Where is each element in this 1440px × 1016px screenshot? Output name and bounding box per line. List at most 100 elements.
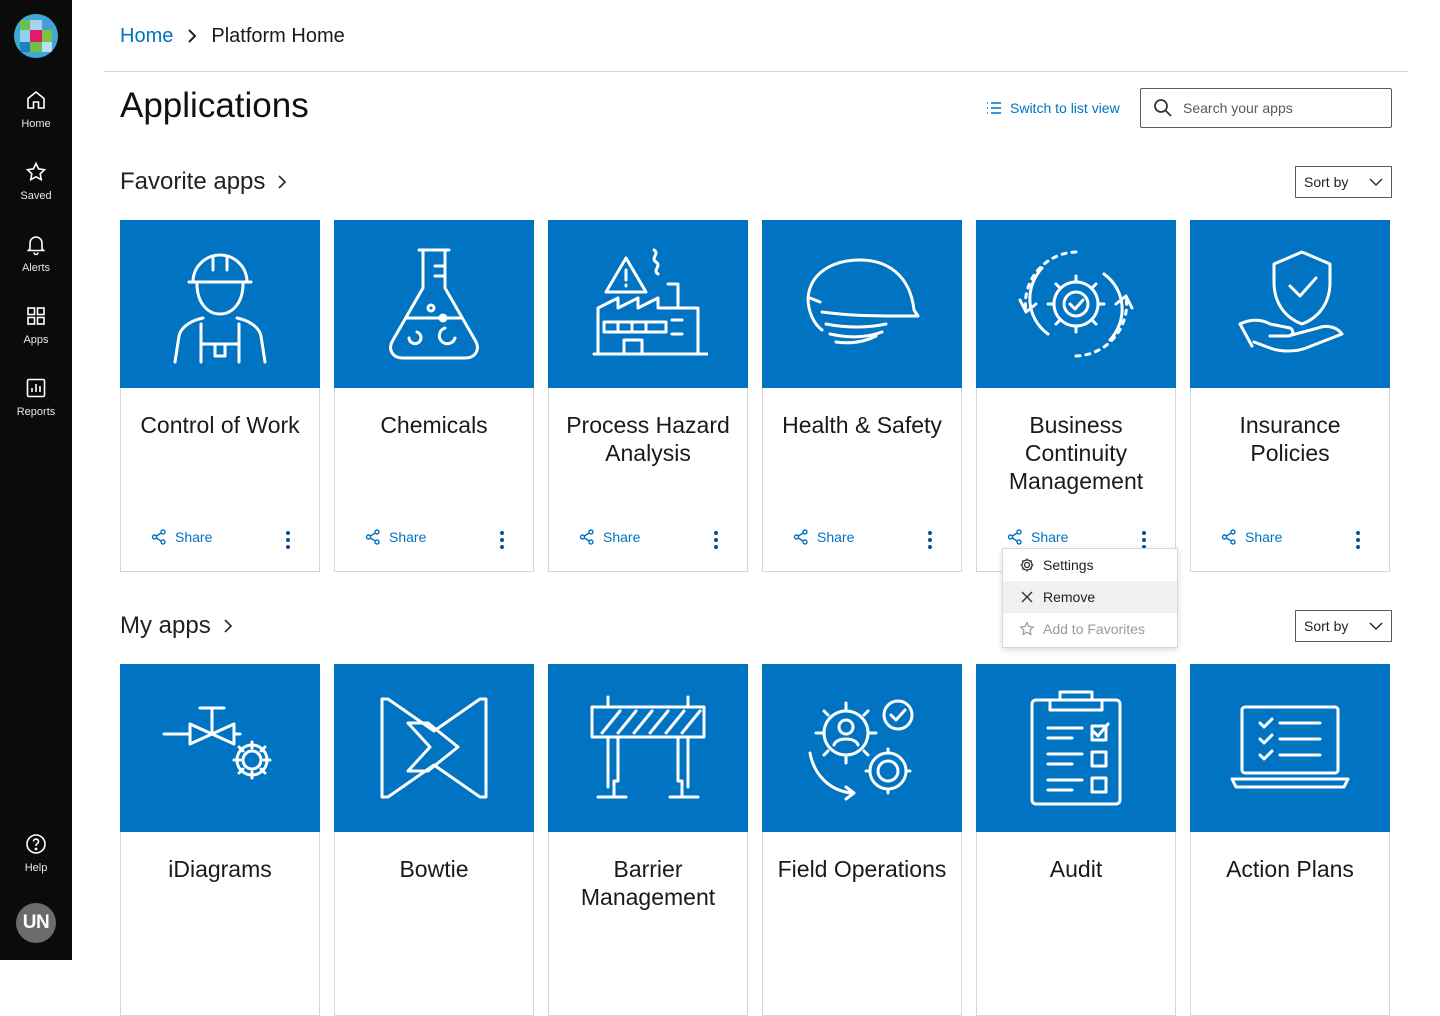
bell-icon	[26, 236, 46, 256]
card-title: Health & Safety	[782, 412, 942, 438]
card-title: Action Plans	[1226, 856, 1354, 882]
my-apps-row: iDiagrams Bowtie Barrier Management Fiel…	[120, 664, 1390, 1016]
more-options-icon[interactable]	[493, 529, 511, 551]
share-button[interactable]: Share	[1221, 529, 1282, 545]
menu-item-remove[interactable]: Remove	[1003, 581, 1177, 613]
share-label: Share	[389, 529, 427, 545]
card-banner	[762, 664, 962, 832]
switch-view-label: Switch to list view	[1010, 100, 1120, 116]
menu-item-settings[interactable]: Settings	[1003, 549, 1177, 581]
app-card-process-hazard-analysis[interactable]: Process Hazard Analysis Share	[548, 220, 748, 572]
share-label: Share	[603, 529, 641, 545]
worker-hardhat-icon	[173, 253, 267, 364]
header-divider	[104, 71, 1408, 72]
sidebar-item-reports[interactable]: Reports	[0, 376, 72, 436]
bowtie-icon	[380, 697, 488, 799]
card-banner	[334, 220, 534, 388]
card-title: Audit	[1049, 856, 1103, 882]
app-card-control-of-work[interactable]: Control of Work Share	[120, 220, 320, 572]
card-banner	[334, 664, 534, 832]
card-title: Chemicals	[380, 412, 488, 438]
sidebar: Home Saved Alerts Apps Reports Help UN	[0, 0, 72, 960]
more-options-icon[interactable]	[279, 529, 297, 551]
breadcrumb: Home Platform Home	[120, 22, 345, 50]
page-title: Applications	[120, 86, 309, 125]
app-card-bowtie[interactable]: Bowtie	[334, 664, 534, 1016]
sort-label: Sort by	[1304, 174, 1349, 190]
clipboard-icon	[1030, 690, 1122, 806]
app-card-health-safety[interactable]: Health & Safety Share	[762, 220, 962, 572]
close-icon	[1021, 591, 1033, 603]
factory-warning-icon	[592, 248, 708, 356]
card-banner	[548, 220, 748, 388]
more-options-icon[interactable]	[921, 529, 939, 551]
card-options-menu: Settings Remove Add to Favorites	[1002, 548, 1178, 648]
card-title: Bowtie	[399, 856, 469, 882]
app-card-chemicals[interactable]: Chemicals Share	[334, 220, 534, 572]
sidebar-item-home[interactable]: Home	[0, 88, 72, 148]
share-button[interactable]: Share	[1007, 529, 1068, 545]
sidebar-item-saved[interactable]: Saved	[0, 160, 72, 220]
card-banner	[1190, 220, 1390, 388]
app-card-business-continuity-management[interactable]: Business Continuity Management Share	[976, 220, 1176, 572]
share-icon	[365, 529, 380, 545]
chevron-down-icon	[1369, 178, 1383, 186]
share-button[interactable]: Share	[793, 529, 854, 545]
menu-item-add-to-favorites: Add to Favorites	[1003, 613, 1177, 645]
app-card-field-operations[interactable]: Field Operations	[762, 664, 962, 1016]
favorite-apps-row: Control of Work Share Chemicals Share Pr…	[120, 220, 1390, 572]
card-title: Field Operations	[777, 856, 947, 882]
share-button[interactable]: Share	[151, 529, 212, 545]
card-title: Insurance Policies	[1239, 412, 1341, 466]
share-button[interactable]: Share	[579, 529, 640, 545]
share-button[interactable]: Share	[365, 529, 426, 545]
breadcrumb-home-link[interactable]: Home	[120, 25, 173, 48]
logo-mosaic-icon[interactable]	[14, 14, 58, 58]
my-apps-heading[interactable]: My apps	[120, 612, 233, 640]
share-icon	[1221, 529, 1236, 545]
gear-cycle-icon	[1018, 250, 1134, 358]
more-options-icon[interactable]	[1349, 529, 1367, 551]
favorite-apps-heading[interactable]: Favorite apps	[120, 168, 287, 196]
gear-icon	[1020, 558, 1034, 572]
card-banner	[976, 664, 1176, 832]
share-label: Share	[1031, 529, 1069, 545]
app-card-barrier-management[interactable]: Barrier Management	[548, 664, 748, 1016]
app-card-action-plans[interactable]: Action Plans	[1190, 664, 1390, 1016]
my-apps-sort-select[interactable]: Sort by	[1295, 610, 1392, 642]
sidebar-item-apps[interactable]: Apps	[0, 304, 72, 364]
avatar[interactable]: UN	[16, 903, 56, 943]
sidebar-item-label: Reports	[16, 406, 56, 418]
hardhat-icon	[806, 258, 920, 345]
favorites-sort-select[interactable]: Sort by	[1295, 166, 1392, 198]
sidebar-item-label: Apps	[23, 334, 49, 346]
chevron-right-icon	[187, 28, 197, 44]
card-title: Control of Work	[140, 412, 300, 438]
share-icon	[793, 529, 808, 545]
more-options-icon[interactable]	[707, 529, 725, 551]
switch-to-list-view-button[interactable]: Switch to list view	[986, 97, 1120, 119]
card-banner	[976, 220, 1176, 388]
search-input[interactable]	[1183, 100, 1373, 116]
card-title: Process Hazard Analysis	[566, 412, 730, 466]
card-banner	[1190, 664, 1390, 832]
section-title-label: Favorite apps	[120, 168, 266, 195]
home-icon	[27, 90, 45, 109]
app-card-audit[interactable]: Audit	[976, 664, 1176, 1016]
card-banner	[120, 664, 320, 832]
shield-hand-icon	[1238, 250, 1344, 353]
chevron-down-icon	[1369, 622, 1383, 630]
help-icon	[26, 834, 46, 854]
sort-label: Sort by	[1304, 618, 1349, 634]
card-title: Business Continuity Management	[1008, 412, 1144, 494]
star-icon	[1019, 621, 1035, 636]
sidebar-item-alerts[interactable]: Alerts	[0, 232, 72, 292]
gears-user-icon	[808, 699, 914, 801]
sidebar-item-help[interactable]: Help	[0, 832, 72, 892]
app-card-idiagrams[interactable]: iDiagrams	[120, 664, 320, 1016]
grid-icon	[27, 307, 45, 325]
menu-item-label: Add to Favorites	[1043, 621, 1145, 637]
share-label: Share	[175, 529, 213, 545]
card-banner	[548, 664, 748, 832]
app-card-insurance-policies[interactable]: Insurance Policies Share	[1190, 220, 1390, 572]
